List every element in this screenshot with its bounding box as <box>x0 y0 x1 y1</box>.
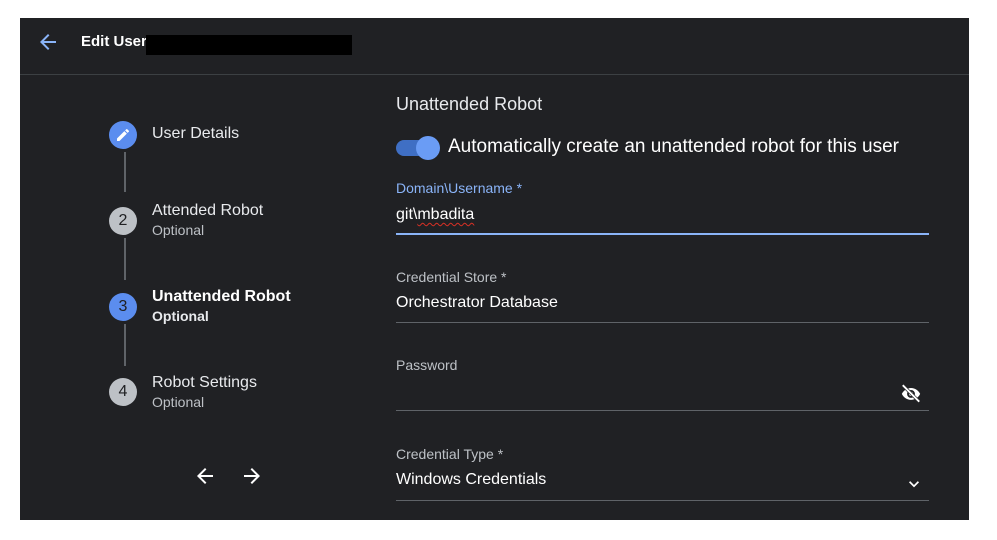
step-title: User Details <box>152 125 240 142</box>
toggle-knob <box>416 136 440 160</box>
eye-off-icon[interactable] <box>900 382 922 404</box>
credential-store-input[interactable]: Orchestrator Database <box>396 294 558 312</box>
password-input[interactable] <box>396 383 876 405</box>
step-circle-4: 4 <box>109 378 137 406</box>
password-underline <box>396 410 929 411</box>
pencil-icon <box>117 128 130 141</box>
step-circle-3: 3 <box>109 293 137 321</box>
domain-prefix: git\ <box>396 206 418 223</box>
header: Edit User: <box>20 18 969 75</box>
auto-create-toggle[interactable] <box>396 136 440 160</box>
step-connector <box>124 324 126 366</box>
back-arrow-icon[interactable] <box>36 30 60 54</box>
domain-username-label: Domain\Username * <box>396 180 523 196</box>
step-circle-1 <box>109 121 137 149</box>
arrow-left-icon[interactable] <box>193 464 217 488</box>
edit-user-dialog: Edit User: User Details 2 Attended Robot… <box>20 18 969 520</box>
step-title: Unattended Robot <box>152 288 291 305</box>
step-title: Robot Settings <box>152 374 257 391</box>
credential-type-select[interactable]: Windows Credentials <box>396 471 546 489</box>
step-connector <box>124 238 126 280</box>
section-title: Unattended Robot <box>396 94 543 114</box>
username-misspelled: mbadita <box>417 206 475 223</box>
chevron-down-icon[interactable] <box>904 474 924 494</box>
step-subtitle: Optional <box>152 222 205 238</box>
redacted-username <box>146 35 352 55</box>
page-title: Edit User: <box>81 33 152 50</box>
step-connector <box>124 152 126 192</box>
step-subtitle: Optional <box>152 394 205 410</box>
credential-store-label: Credential Store * <box>396 269 507 285</box>
domain-username-underline <box>396 233 929 235</box>
domain-username-input[interactable]: git\mbadita <box>396 206 474 224</box>
credential-type-label: Credential Type * <box>396 446 504 462</box>
auto-create-toggle-label[interactable]: Automatically create an unattended robot… <box>448 136 899 158</box>
step-title: Attended Robot <box>152 202 264 219</box>
step-subtitle: Optional <box>152 308 209 324</box>
credential-store-underline <box>396 322 929 323</box>
password-label: Password <box>396 357 458 373</box>
arrow-right-icon[interactable] <box>240 464 264 488</box>
credential-type-underline <box>396 500 929 501</box>
step-circle-2: 2 <box>109 207 137 235</box>
